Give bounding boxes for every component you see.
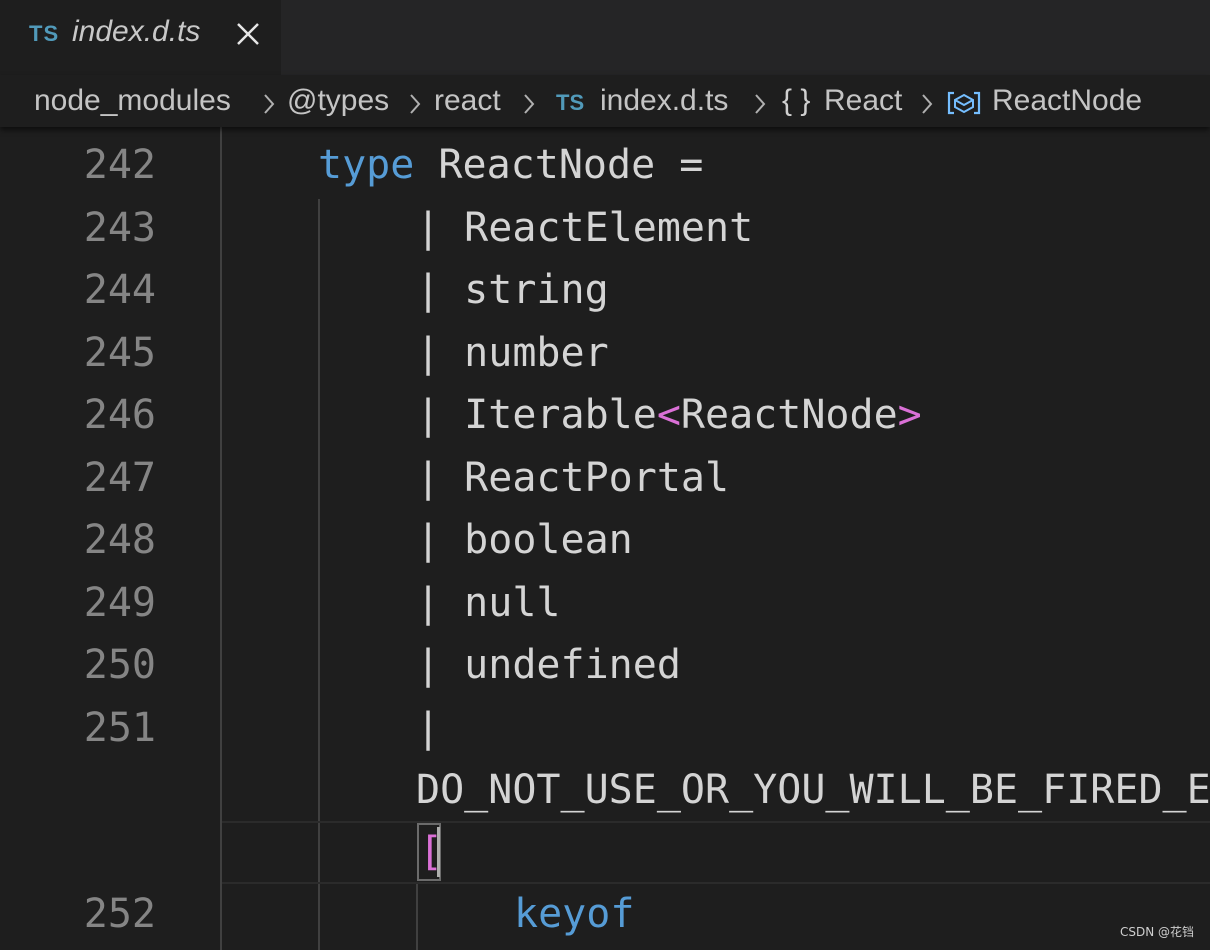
code-line-252: keyof [514,891,635,937]
code-line-244: | string [416,267,609,313]
code-line-249: | null [416,580,561,626]
chevron-right-icon [755,94,766,114]
indent-guide [416,882,418,950]
line-number: 249 [83,580,156,626]
code-line-248: | boolean [416,517,633,563]
close-icon[interactable] [234,20,262,48]
breadcrumb-item-node-modules[interactable]: node_modules [34,84,231,118]
code-line-250: | undefined [416,642,681,688]
chevron-right-icon [922,94,933,114]
chevron-right-icon [264,94,275,114]
code-line-245: | number [416,330,609,376]
code-line-251: | [416,705,441,751]
line-number: 242 [83,142,156,188]
chevron-right-icon [524,94,535,114]
code-line-247: | ReactPortal [416,455,730,501]
breadcrumb-item-react-namespace[interactable]: React [824,84,902,118]
code-token: ReactNode = [414,142,704,188]
line-number: 246 [83,392,156,438]
breadcrumb-item-index-d-ts[interactable]: index.d.ts [600,84,728,118]
breadcrumb-item-reactnode[interactable]: ReactNode [992,84,1142,118]
bracket-token: > [897,392,922,438]
code-token: | Iterable [416,392,657,438]
watermark: CSDN @花铛 [1119,925,1194,939]
line-number: 250 [83,642,156,688]
code-line-243: | ReactElement [416,205,754,251]
namespace-icon: { } [782,84,811,117]
code-line-242: type ReactNode = [318,141,703,189]
current-line-highlight [222,821,1210,884]
code-editor[interactable]: 242 243 244 245 246 247 248 249 250 251 … [0,127,1210,950]
line-number: 252 [83,891,156,937]
breadcrumb: node_modules @types react TS index.d.ts … [0,75,1210,127]
typescript-file-icon: TS [556,90,585,115]
breadcrumb-item-types[interactable]: @types [287,84,389,118]
code-token: ReactNode [680,392,898,438]
code-line-251-wrapped: DO_NOT_USE_OR_YOU_WILL_BE_FIRED_E [416,767,1210,813]
keyword-token: type [318,142,415,188]
breadcrumb-item-react[interactable]: react [434,84,501,118]
tab-bar: TS index.d.ts [0,0,1210,75]
line-number: 245 [83,330,156,376]
editor-tab-index-d-ts[interactable]: TS index.d.ts [0,0,281,75]
chevron-right-icon [410,94,421,114]
text-cursor [437,827,440,877]
bracket-token: < [656,392,681,438]
code-line-246: | Iterable<ReactNode> [416,391,922,439]
line-number: 244 [83,267,156,313]
typescript-file-icon: TS [29,21,60,46]
line-number: 248 [83,517,156,563]
line-number: 251 [83,705,156,751]
tab-filename: index.d.ts [72,15,201,48]
symbol-type-icon [947,91,981,115]
line-number: 243 [83,205,156,251]
line-number: 247 [83,455,156,501]
